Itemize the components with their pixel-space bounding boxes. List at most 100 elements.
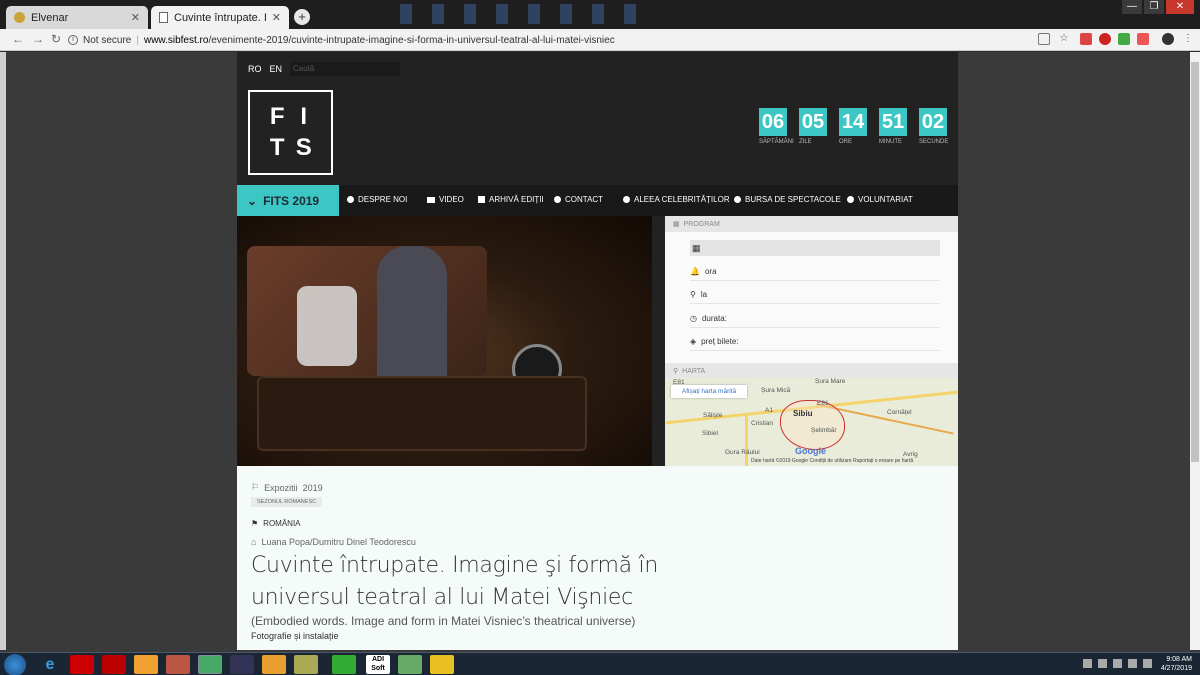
close-window-button[interactable]: ✕ — [1166, 0, 1194, 14]
article-title: Cuvinte întrupate. Imagine şi formă în u… — [251, 553, 658, 610]
lang-en[interactable]: EN — [270, 64, 283, 74]
program-panel: ▦ PROGRAM ▦ 🔔 ora ⚲ la ◷ durata: ◈ preț bilet… — [665, 216, 958, 363]
extension-icon[interactable] — [1118, 33, 1130, 45]
countdown-weeks: 06 SĂPTĂMÂNI — [759, 108, 795, 145]
url-host: www.sibfest.ro — [143, 34, 209, 46]
tab-cuvinte[interactable]: Cuvinte întrupate. Imagine ✕ — [151, 6, 289, 29]
extension-icon[interactable] — [1137, 33, 1149, 45]
article-tag[interactable]: SEZONUL ROMANESC — [251, 497, 323, 507]
institution-icon: ⌂ — [251, 537, 257, 547]
search-input[interactable]: Caută — [290, 62, 401, 76]
scrollbar[interactable] — [1190, 52, 1200, 650]
site-container: RO EN Caută F I T S 06 SĂPTĂMÂNI 05 ZILE 1… — [237, 52, 958, 650]
tab-title: Cuvinte întrupate. Imagine — [174, 11, 266, 24]
google-map[interactable]: Afișați harta mărită E81 E81 A1 Șura Mar… — [665, 378, 958, 466]
background-window-icons — [400, 4, 636, 24]
app-icon[interactable] — [262, 655, 286, 674]
start-button[interactable] — [4, 654, 26, 675]
fits-logo[interactable]: F I T S — [248, 90, 333, 175]
app-icon[interactable] — [230, 655, 254, 674]
system-tray — [1083, 659, 1152, 668]
menu-item-aleea[interactable]: ALEEA CELEBRITĂȚILOR — [623, 195, 730, 204]
flag-icon: ⚑ — [251, 519, 259, 528]
map-place: Avrig — [903, 451, 918, 458]
chevron-circle-icon: ⌄ — [247, 193, 258, 208]
article-country-label: ROMÂNIA — [263, 519, 301, 528]
menu-label: CONTACT — [565, 195, 604, 204]
page-viewport: RO EN Caută F I T S 06 SĂPTĂMÂNI 05 ZILE 1… — [0, 52, 1200, 652]
media-player-icon[interactable] — [134, 655, 158, 674]
countdown-value: 14 — [839, 108, 867, 136]
forward-icon[interactable]: → — [32, 32, 44, 46]
warning-icon[interactable] — [430, 655, 454, 674]
menu-item-bursa[interactable]: BURSA DE SPECTACOLE — [734, 195, 841, 204]
chevron-circle-icon — [347, 196, 354, 203]
tray-icon[interactable] — [1143, 659, 1152, 668]
tray-icon[interactable] — [1128, 659, 1137, 668]
countdown-label: SECUNDE — [919, 139, 949, 145]
enlarge-map-button[interactable]: Afișați harta mărită — [671, 385, 747, 398]
tab-elvenar[interactable]: Elvenar ✕ — [6, 6, 148, 29]
countdown-value: 51 — [879, 108, 907, 136]
map-place: Săliște — [703, 412, 723, 419]
countdown-value: 02 — [919, 108, 947, 136]
menu-icon[interactable]: ⋮ — [1182, 33, 1194, 45]
close-icon[interactable]: ✕ — [272, 11, 281, 24]
tray-icon[interactable] — [1083, 659, 1092, 668]
reload-icon[interactable]: ↻ — [51, 32, 61, 46]
minimize-button[interactable]: — — [1122, 0, 1142, 14]
menu-label: BURSA DE SPECTACOLE — [745, 195, 841, 204]
new-tab-button[interactable]: + — [294, 9, 310, 25]
tray-icon[interactable] — [1098, 659, 1107, 668]
article-category-label[interactable]: Expozitii — [264, 483, 298, 493]
map-place: Gura Râului — [725, 449, 760, 456]
countdown-hours: 14 ORE — [839, 108, 875, 145]
road-label: E81 — [817, 400, 829, 407]
menu-item-voluntariat[interactable]: VOLUNTARIAT — [847, 195, 913, 204]
security-label: Not secure — [83, 34, 132, 46]
document-icon — [560, 4, 572, 24]
program-la: ⚲ la — [690, 286, 940, 304]
chevron-circle-icon — [554, 196, 561, 203]
archive-icon — [478, 196, 485, 203]
clock[interactable]: 9:08 AM 4/27/2019 — [1161, 655, 1192, 673]
translate-icon[interactable] — [1038, 33, 1050, 45]
menu-item-despre-noi[interactable]: DESPRE NOI — [347, 195, 407, 204]
countdown-label: ZILE — [799, 139, 812, 145]
profile-icon[interactable] — [1162, 33, 1174, 45]
cloth — [297, 286, 357, 366]
app-icon[interactable] — [294, 655, 318, 674]
document-icon — [464, 4, 476, 24]
chevron-circle-icon — [847, 196, 854, 203]
map-place: Sibiu — [793, 409, 813, 418]
avira-icon[interactable] — [70, 655, 94, 674]
app-icon[interactable] — [166, 655, 190, 674]
windows-taskbar: e ADI Soft 9:08 AM 4/27/2019 — [0, 652, 1200, 675]
program-la-label: la — [700, 290, 708, 299]
url-field[interactable]: i Not secure | www.sibfest.ro/evenimente… — [68, 31, 1018, 49]
menu-item-arhiva[interactable]: ARHIVĂ EDIȚII — [478, 195, 544, 204]
menu-item-video[interactable]: VIDEO — [427, 195, 464, 204]
countdown-seconds: 02 SECUNDE — [919, 108, 955, 145]
lang-ro[interactable]: RO — [248, 64, 262, 74]
menu-label: DESPRE NOI — [358, 195, 408, 204]
chrome-icon[interactable] — [198, 655, 222, 674]
close-icon[interactable]: ✕ — [131, 11, 140, 24]
utorrent-icon[interactable] — [332, 655, 356, 674]
menu-item-fits-2019[interactable]: ⌄ FITS 2019 — [237, 185, 339, 216]
info-icon[interactable]: i — [68, 35, 78, 45]
adi-soft-icon[interactable]: ADI Soft — [366, 655, 390, 674]
tray-icon[interactable] — [1113, 659, 1122, 668]
url-separator: | — [136, 34, 139, 46]
suitcase — [257, 376, 587, 451]
maximize-button[interactable]: ❐ — [1144, 0, 1164, 14]
app-icon[interactable] — [398, 655, 422, 674]
extension-icon[interactable] — [1080, 33, 1092, 45]
scrollbar-thumb[interactable] — [1191, 62, 1199, 462]
menu-item-contact[interactable]: CONTACT — [554, 195, 603, 204]
back-icon[interactable]: ← — [12, 32, 24, 46]
acrobat-icon[interactable] — [102, 655, 126, 674]
star-icon[interactable]: ☆ — [1058, 33, 1070, 45]
ie-icon[interactable]: e — [38, 655, 62, 674]
extension-icon[interactable] — [1099, 33, 1111, 45]
